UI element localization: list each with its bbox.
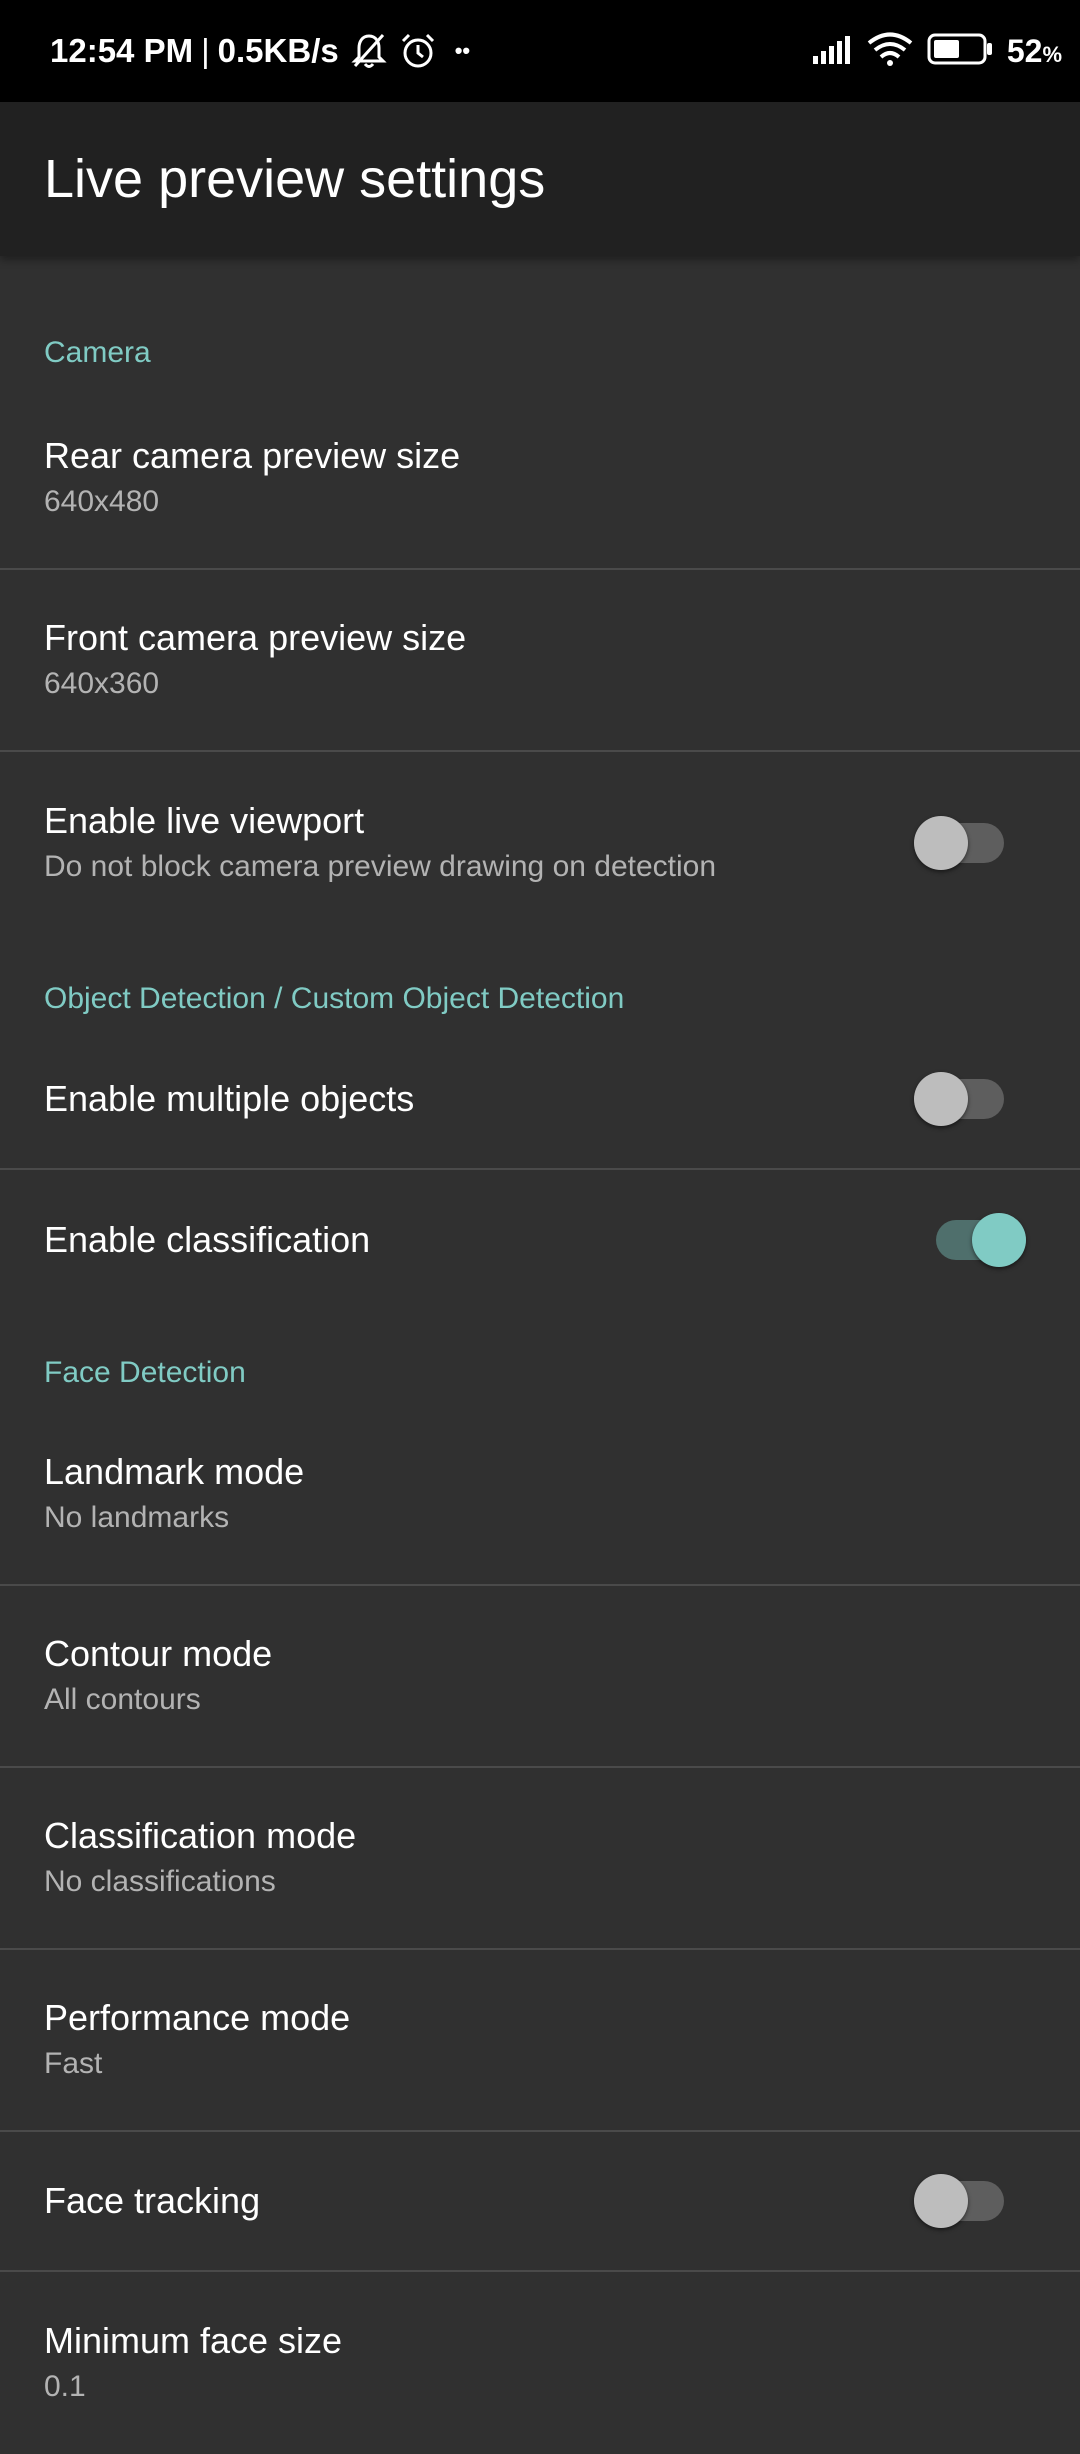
pref-summary: Fast bbox=[44, 2047, 103, 2080]
pref-summary: 640x360 bbox=[44, 667, 160, 700]
pref-title: Rear camera preview size bbox=[44, 435, 461, 476]
pref-classification-mode[interactable]: Classification mode No classifications bbox=[0, 1768, 1080, 1950]
category-face-detection: Face Detection bbox=[44, 1356, 246, 1389]
page-title: Live preview settings bbox=[44, 149, 546, 209]
classification-switch[interactable] bbox=[936, 1213, 1026, 1267]
pref-title: Landmark mode bbox=[44, 1451, 305, 1492]
status-bar-right: 52% bbox=[811, 0, 1062, 102]
face-tracking-switch[interactable] bbox=[914, 2174, 1004, 2228]
pref-summary: 640x480 bbox=[44, 485, 160, 518]
pref-contour-mode[interactable]: Contour mode All contours bbox=[0, 1586, 1080, 1768]
status-time: 12:54 PM bbox=[50, 32, 194, 69]
more-notifications-icon: •• bbox=[454, 38, 471, 63]
bell-off-icon bbox=[351, 32, 387, 70]
multiple-objects-switch[interactable] bbox=[914, 1072, 1004, 1126]
pref-title: Performance mode bbox=[44, 1997, 351, 2038]
signal-icon bbox=[811, 34, 853, 69]
pref-summary: All contours bbox=[44, 1683, 201, 1716]
status-bar-left: 12:54 PM | 0.5KB/s •• bbox=[50, 0, 470, 102]
wifi-icon bbox=[867, 32, 913, 71]
pref-title: Front camera preview size bbox=[44, 617, 467, 658]
status-net-speed: 0.5KB/s bbox=[217, 32, 339, 69]
pref-face-tracking[interactable]: Face tracking bbox=[0, 2132, 1080, 2272]
pref-summary: 0.1 bbox=[44, 2370, 86, 2403]
pref-landmark-mode[interactable]: Landmark mode No landmarks bbox=[0, 1404, 1080, 1586]
battery-percentage: 52% bbox=[1007, 33, 1062, 70]
pref-performance-mode[interactable]: Performance mode Fast bbox=[0, 1950, 1080, 2132]
battery-unit: % bbox=[1042, 41, 1062, 67]
pref-title: Classification mode bbox=[44, 1815, 357, 1856]
settings-list[interactable]: Camera Rear camera preview size 640x480 … bbox=[0, 256, 1080, 2454]
pref-title: Enable classification bbox=[44, 1219, 371, 1260]
status-bar: 12:54 PM | 0.5KB/s •• 52% bbox=[0, 0, 1080, 102]
category-object-detection: Object Detection / Custom Object Detecti… bbox=[44, 982, 625, 1015]
battery-value: 52 bbox=[1006, 32, 1043, 69]
battery-icon bbox=[927, 33, 993, 70]
pref-summary: No classifications bbox=[44, 1865, 276, 1898]
pref-title: Contour mode bbox=[44, 1633, 273, 1674]
pref-enable-classification[interactable]: Enable classification bbox=[0, 1170, 1080, 1310]
pref-enable-multiple-objects[interactable]: Enable multiple objects bbox=[0, 1030, 1080, 1170]
pref-minimum-face-size[interactable]: Minimum face size 0.1 bbox=[0, 2272, 1080, 2454]
pref-front-camera-preview-size[interactable]: Front camera preview size 640x360 bbox=[0, 570, 1080, 752]
pref-rear-camera-preview-size[interactable]: Rear camera preview size 640x480 bbox=[0, 388, 1080, 570]
pref-title: Minimum face size bbox=[44, 2320, 343, 2361]
pref-summary: No landmarks bbox=[44, 1501, 230, 1534]
category-camera: Camera bbox=[44, 336, 151, 369]
app-bar: Live preview settings bbox=[0, 102, 1080, 256]
status-separator: | bbox=[201, 32, 210, 69]
alarm-icon bbox=[399, 32, 437, 70]
pref-enable-live-viewport[interactable]: Enable live viewport Do not block camera… bbox=[0, 752, 1080, 934]
live-viewport-switch[interactable] bbox=[914, 816, 1004, 870]
